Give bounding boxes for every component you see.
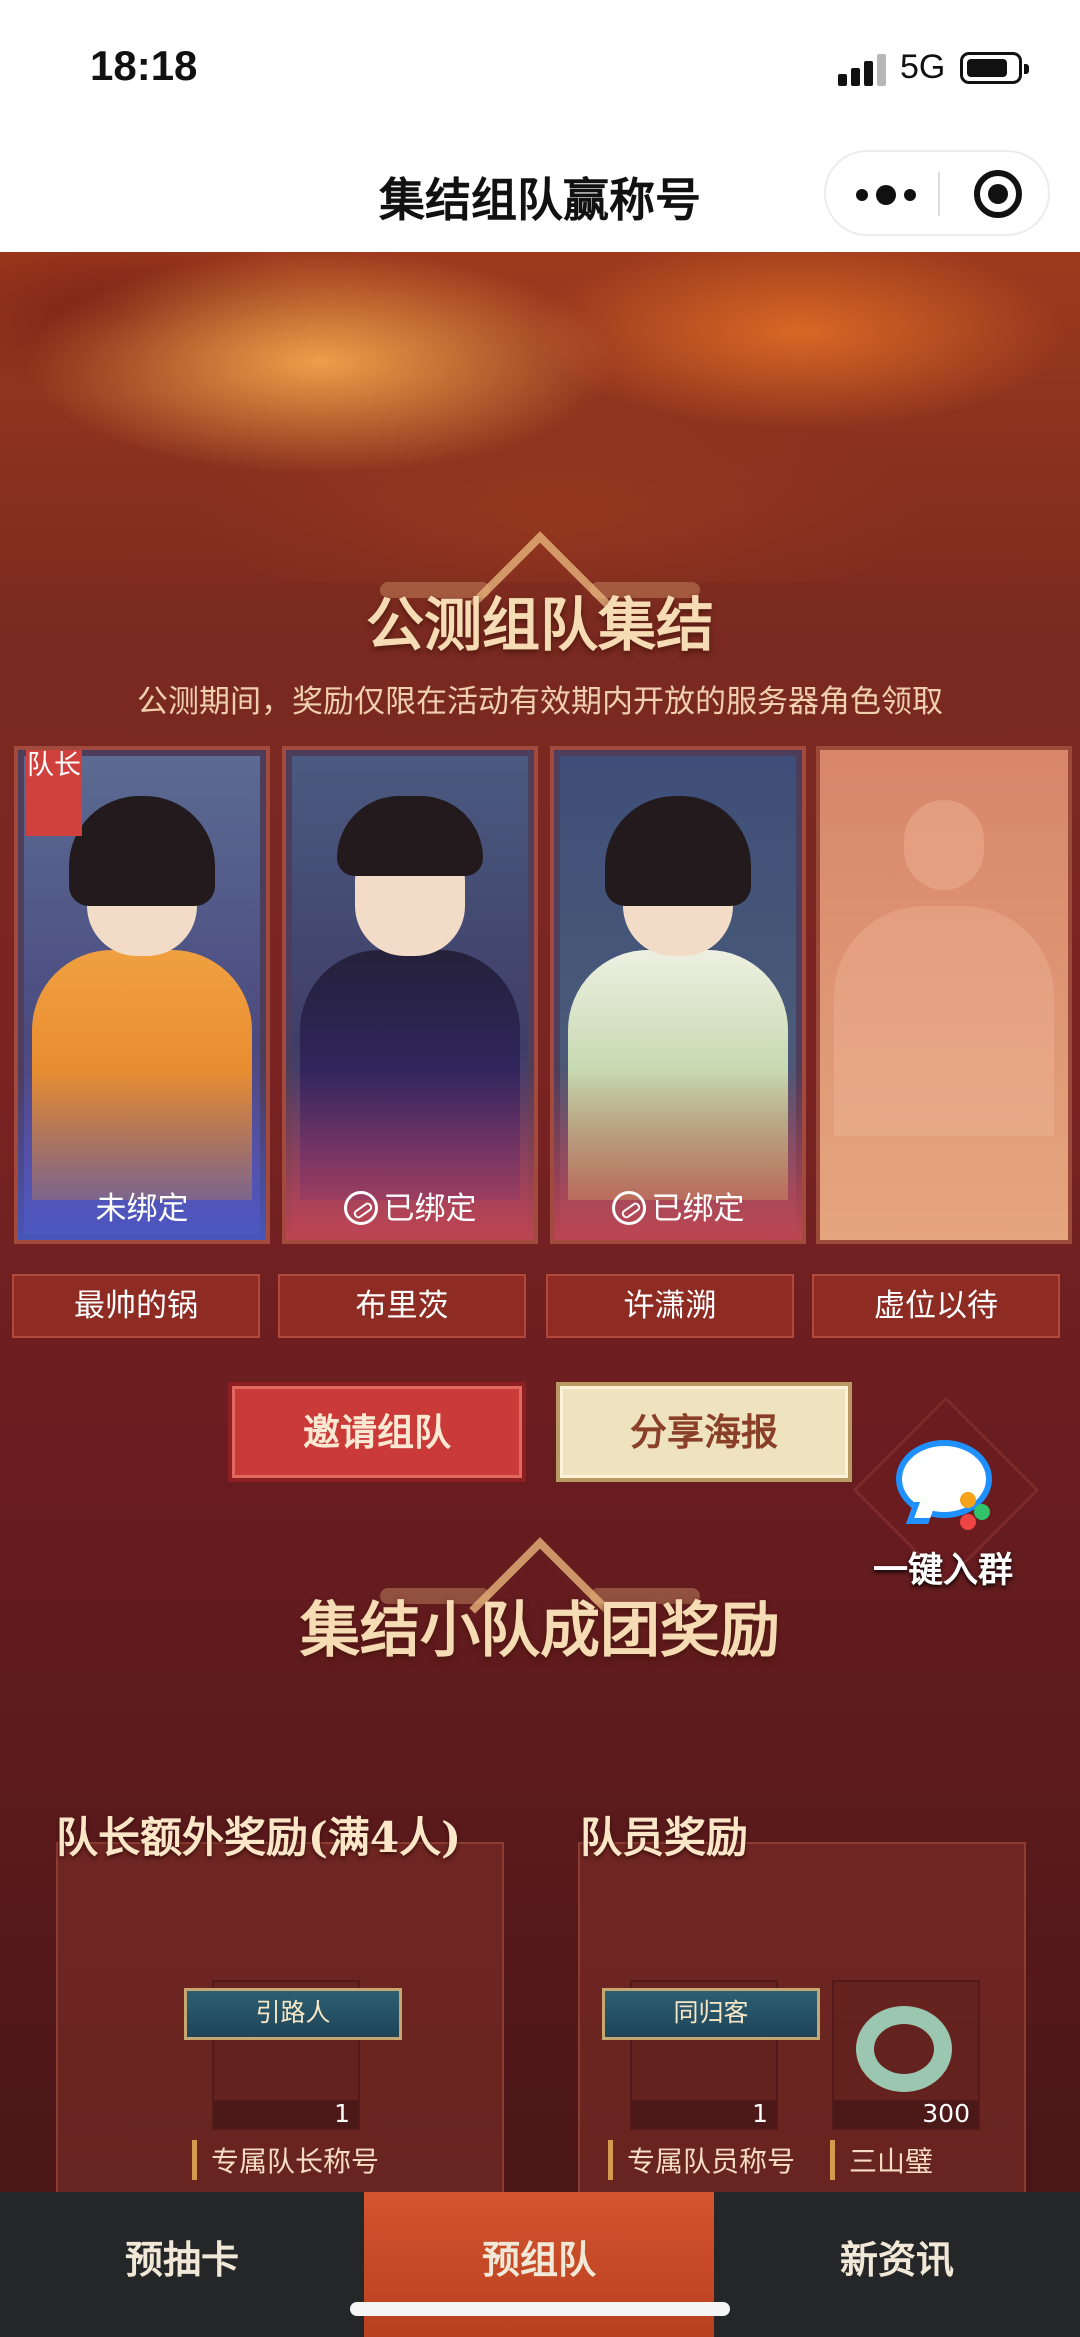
status-bar: 18:18 5G (0, 0, 1080, 140)
team-section-title: 公测组队集结 (365, 591, 714, 659)
member-reward-heading: 队员奖励 (580, 1813, 749, 1862)
member-status: 未绑定 (95, 1191, 189, 1227)
share-poster-button[interactable]: 分享海报 (556, 1382, 852, 1482)
member-status: 已绑定 (554, 1183, 802, 1228)
member-name: 布里茨 (278, 1274, 526, 1338)
title-bar: 集结组队赢称号 (0, 140, 1080, 252)
item-label: 专属队长称号 (192, 2140, 379, 2180)
tab-pre-draw[interactable]: 预抽卡 (0, 2192, 364, 2337)
member-card-3[interactable]: 已绑定 (550, 746, 806, 1244)
member-name: 许潇溯 (546, 1274, 794, 1338)
member-status: 已绑定 (286, 1183, 534, 1228)
jade-disc-icon (856, 2006, 952, 2092)
empty-silhouette (834, 800, 1054, 1136)
main-content: 公测组队集结 公测期间，奖励仅限在活动有效期内开放的服务器角色领取 队长 未绑定… (0, 252, 1080, 2192)
more-icon[interactable] (856, 182, 916, 208)
leader-tag: 队长 (26, 750, 82, 836)
close-target-icon[interactable] (974, 170, 1022, 218)
tab-news[interactable]: 新资讯 (714, 2192, 1080, 2337)
invite-team-button[interactable]: 邀请组队 (228, 1382, 526, 1482)
item-qty: 300 (922, 2099, 970, 2128)
item-label: 三山璧 (830, 2140, 933, 2180)
team-section-subtitle: 公测期间，奖励仅限在活动有效期内开放的服务器角色领取 (137, 684, 943, 720)
battery-icon (960, 52, 1029, 84)
member-name: 虚位以待 (812, 1274, 1060, 1338)
title-ribbon: 同归客 (602, 1988, 820, 2040)
link-icon (343, 1191, 378, 1225)
leader-reward-heading: 队长额外奖励(满4人) (56, 1813, 461, 1862)
home-indicator (350, 2302, 730, 2316)
chat-group-icon[interactable] (896, 1440, 996, 1530)
mini-program-capsule (824, 150, 1050, 236)
member-card-2[interactable]: 已绑定 (282, 746, 538, 1244)
link-icon (611, 1191, 646, 1225)
member-name: 最帅的锅 (12, 1274, 260, 1338)
signal-icon (838, 52, 888, 86)
member-card-empty[interactable] (816, 746, 1072, 1244)
title-ribbon: 引路人 (184, 1988, 402, 2040)
item-label: 专属队员称号 (608, 2140, 795, 2180)
network-type: 5G (900, 48, 946, 86)
item-qty: 1 (752, 2099, 768, 2128)
status-time: 18:18 (90, 42, 198, 89)
member-card-1[interactable]: 队长 未绑定 (14, 746, 270, 1244)
reward-section-title: 集结小队成团奖励 (300, 1596, 780, 1666)
item-qty: 1 (334, 2099, 350, 2128)
